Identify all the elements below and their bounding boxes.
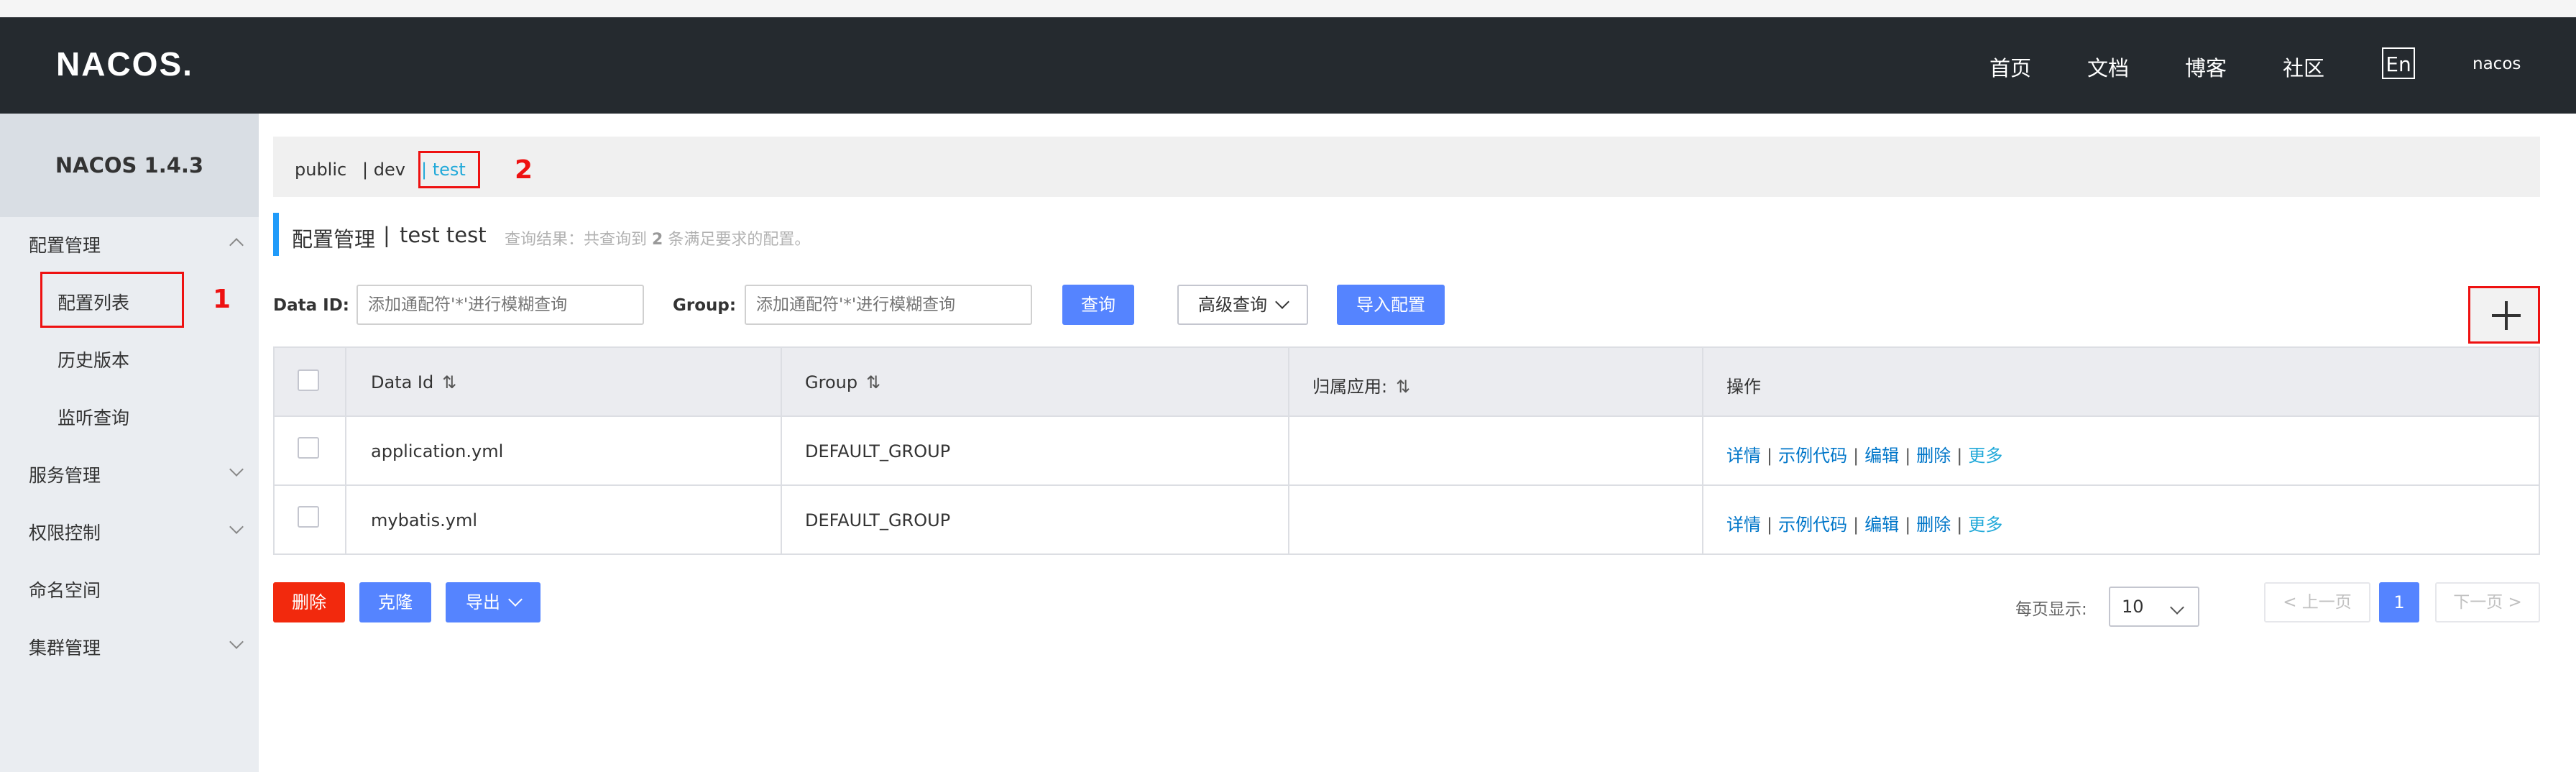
column-divider bbox=[781, 348, 782, 553]
chevron-up-icon bbox=[229, 238, 244, 252]
nav-community[interactable]: 社区 bbox=[2283, 52, 2324, 82]
sample-code-link[interactable]: 示例代码 bbox=[1778, 446, 1847, 466]
sidebar-item-cluster-management[interactable]: 集群管理 bbox=[29, 634, 101, 660]
next-page-button[interactable]: 下一页 > bbox=[2435, 582, 2540, 622]
chevron-down-icon bbox=[2170, 600, 2184, 615]
title-accent-bar bbox=[273, 213, 279, 256]
namespace-bar: public | dev | test bbox=[273, 137, 2540, 197]
annotation-box-1 bbox=[40, 272, 184, 328]
chevron-down-icon bbox=[229, 520, 244, 534]
column-divider bbox=[1288, 348, 1289, 553]
top-header: NACOS. 首页 文档 博客 社区 En nacos bbox=[0, 17, 2576, 114]
sidebar-item-namespace[interactable]: 命名空间 bbox=[29, 576, 101, 602]
cell-group: DEFAULT_GROUP bbox=[805, 441, 951, 461]
clone-button[interactable]: 克隆 bbox=[359, 582, 431, 622]
delete-link[interactable]: 删除 bbox=[1916, 446, 1951, 466]
annotation-number-2: 2 bbox=[515, 155, 533, 185]
sidebar-item-permission-control[interactable]: 权限控制 bbox=[29, 519, 101, 545]
row-checkbox[interactable] bbox=[298, 437, 319, 459]
table-header: Data Id ⇅ Group ⇅ 归属应用: ⇅ 操作 bbox=[275, 348, 2539, 417]
namespace-tab-dev[interactable]: | dev bbox=[362, 160, 405, 180]
column-divider bbox=[345, 348, 346, 553]
query-result-text: 查询结果：共查询到 2 条满足要求的配置。 bbox=[505, 231, 811, 249]
detail-link[interactable]: 详情 bbox=[1726, 446, 1761, 466]
browser-top-strip bbox=[0, 0, 2576, 17]
query-button[interactable]: 查询 bbox=[1062, 285, 1134, 325]
edit-link[interactable]: 编辑 bbox=[1864, 446, 1899, 466]
add-config-button[interactable] bbox=[2468, 286, 2540, 344]
config-table: Data Id ⇅ Group ⇅ 归属应用: ⇅ 操作 application.ym… bbox=[273, 346, 2540, 555]
group-label: Group: bbox=[673, 296, 737, 315]
column-divider bbox=[1702, 348, 1703, 553]
data-id-input[interactable] bbox=[356, 285, 644, 325]
chevron-down-icon bbox=[229, 635, 244, 649]
page-size-label: 每页显示: bbox=[2015, 600, 2087, 619]
sort-icon: ⇅ bbox=[866, 372, 881, 392]
cell-operations: 详情 | 示例代码 | 编辑 | 删除 | 更多 bbox=[1726, 446, 2003, 466]
user-name[interactable]: nacos bbox=[2472, 55, 2521, 73]
annotation-number-1: 1 bbox=[213, 285, 231, 314]
nacos-logo[interactable]: NACOS. bbox=[56, 45, 193, 83]
sidebar-item-listener-query[interactable]: 监听查询 bbox=[58, 404, 129, 430]
annotation-box-2 bbox=[418, 151, 480, 188]
chevron-down-icon bbox=[229, 462, 244, 477]
header-group[interactable]: Group ⇅ bbox=[805, 372, 880, 392]
sidebar-item-service-management[interactable]: 服务管理 bbox=[29, 461, 101, 487]
sample-code-link[interactable]: 示例代码 bbox=[1778, 515, 1847, 535]
chevron-down-icon bbox=[1275, 295, 1289, 309]
import-config-button[interactable]: 导入配置 bbox=[1337, 285, 1445, 325]
data-id-label: Data ID: bbox=[273, 296, 349, 315]
advanced-query-button[interactable]: 高级查询 bbox=[1177, 285, 1308, 325]
namespace-tab-public[interactable]: public bbox=[295, 160, 346, 180]
cell-operations: 详情 | 示例代码 | 编辑 | 删除 | 更多 bbox=[1726, 515, 2003, 535]
table-row: application.yml DEFAULT_GROUP 详情 | 示例代码 | 编辑… bbox=[275, 417, 2539, 486]
cell-group: DEFAULT_GROUP bbox=[805, 510, 951, 530]
page-title-separator: | bbox=[383, 223, 390, 247]
table-row: mybatis.yml DEFAULT_GROUP 详情 | 示例代码 | 编辑 | 删除 |… bbox=[275, 486, 2539, 553]
batch-delete-button[interactable]: 删除 bbox=[273, 582, 345, 622]
chevron-down-icon bbox=[508, 592, 523, 607]
select-all-checkbox[interactable] bbox=[298, 369, 319, 391]
page-title-namespace: test test bbox=[400, 223, 487, 247]
delete-link[interactable]: 删除 bbox=[1916, 515, 1951, 535]
row-checkbox[interactable] bbox=[298, 506, 319, 528]
nav-home[interactable]: 首页 bbox=[1990, 52, 2031, 82]
language-switch-button[interactable]: En bbox=[2382, 47, 2415, 79]
nav-blog[interactable]: 博客 bbox=[2185, 52, 2227, 82]
export-button[interactable]: 导出 bbox=[446, 582, 540, 622]
sort-icon: ⇅ bbox=[1396, 377, 1411, 397]
header-app[interactable]: 归属应用: ⇅ bbox=[1312, 372, 1410, 398]
more-link[interactable]: 更多 bbox=[1968, 446, 2002, 466]
prev-page-button[interactable]: < 上一页 bbox=[2264, 582, 2370, 622]
detail-link[interactable]: 详情 bbox=[1726, 515, 1761, 535]
sidebar-item-config-management[interactable]: 配置管理 bbox=[29, 231, 101, 257]
sidebar-version: NACOS 1.4.3 bbox=[0, 114, 259, 217]
cell-data-id: mybatis.yml bbox=[371, 510, 477, 530]
page-number-1[interactable]: 1 bbox=[2379, 582, 2419, 622]
group-input[interactable] bbox=[745, 285, 1032, 325]
sidebar: NACOS 1.4.3 配置管理 配置列表 历史版本 监听查询 服务管理 权限控… bbox=[0, 114, 259, 772]
sidebar-item-history[interactable]: 历史版本 bbox=[58, 346, 129, 372]
more-link[interactable]: 更多 bbox=[1968, 515, 2002, 535]
header-operations: 操作 bbox=[1726, 377, 1761, 397]
sort-icon: ⇅ bbox=[442, 372, 457, 392]
cell-data-id: application.yml bbox=[371, 441, 504, 461]
page-title: 配置管理 bbox=[292, 227, 376, 252]
nav-docs[interactable]: 文档 bbox=[2087, 52, 2129, 82]
page-size-select[interactable]: 10 bbox=[2109, 587, 2199, 627]
edit-link[interactable]: 编辑 bbox=[1864, 515, 1899, 535]
header-data-id[interactable]: Data Id ⇅ bbox=[371, 372, 456, 392]
